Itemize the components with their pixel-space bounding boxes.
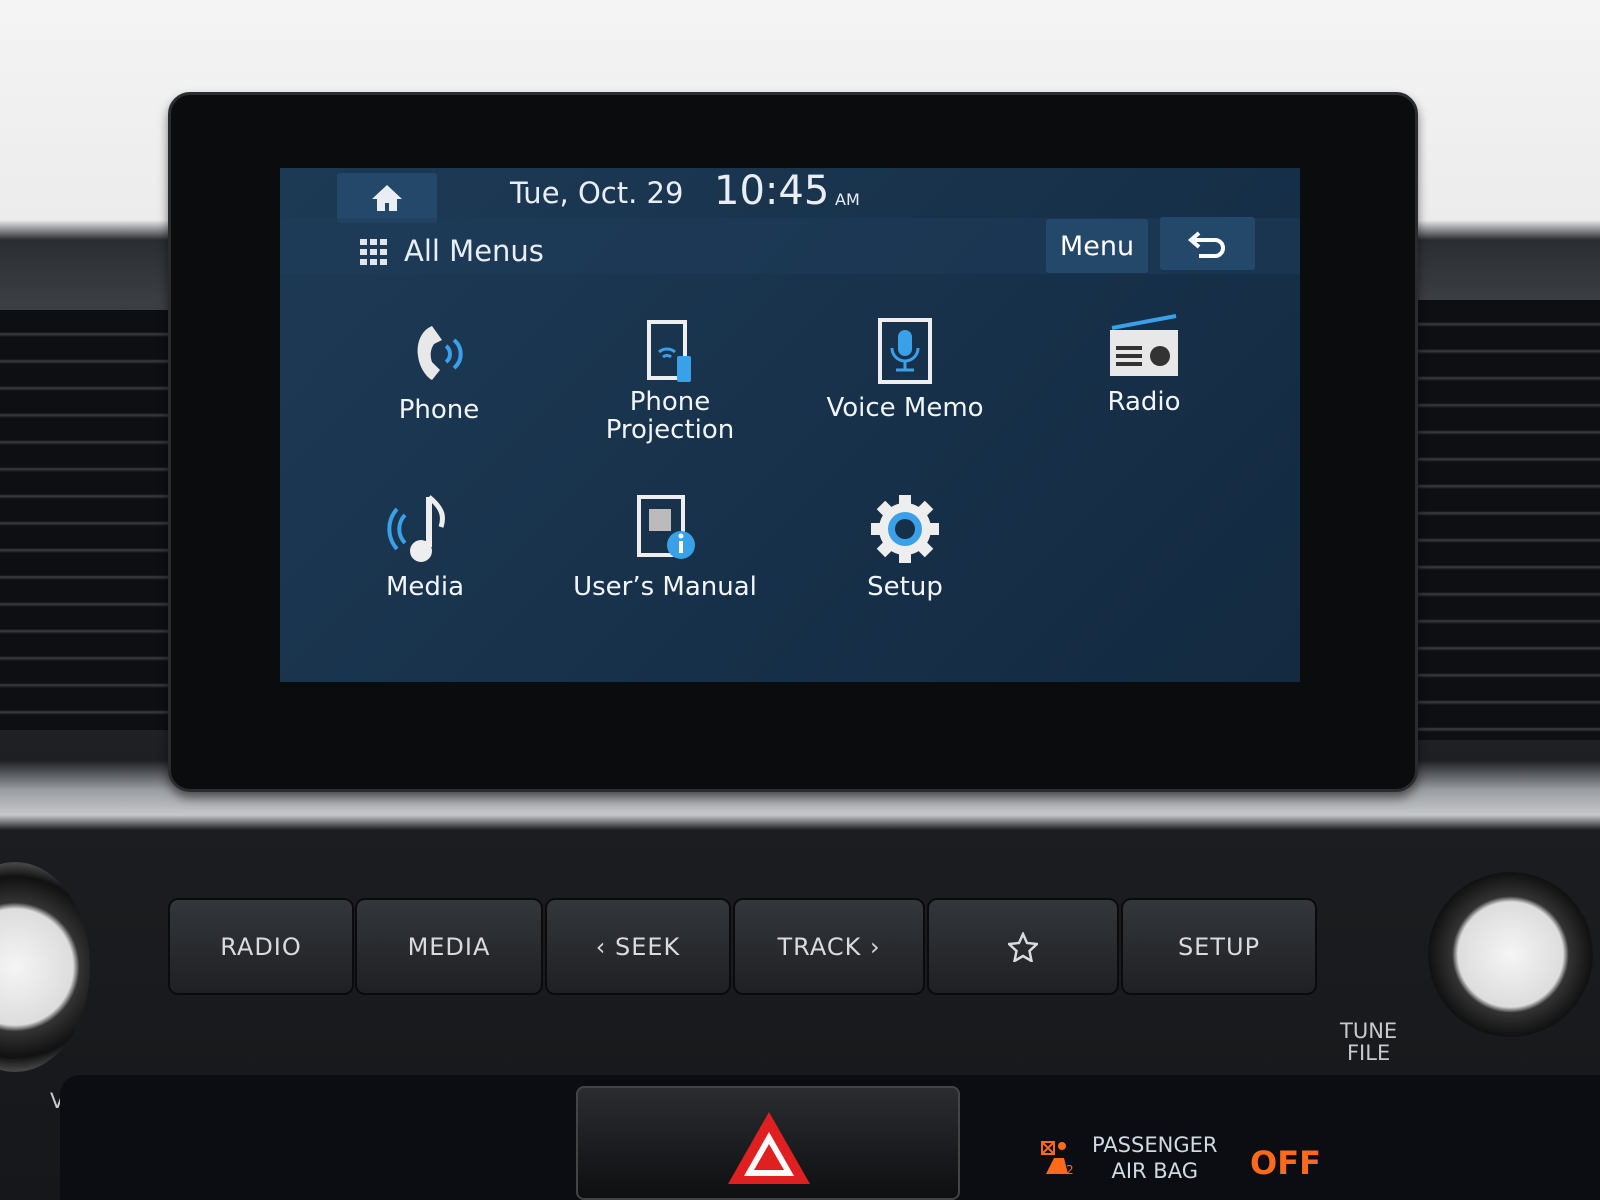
radio-icon — [1110, 314, 1178, 376]
svg-text:2: 2 — [1066, 1163, 1074, 1176]
track-button[interactable]: TRACK › — [733, 898, 925, 995]
file-label: FILE — [1346, 1041, 1391, 1065]
date-text: Tue, Oct. 29 — [510, 176, 684, 210]
radio-button[interactable]: RADIO — [168, 898, 354, 995]
setup-button-label: SETUP — [1177, 932, 1261, 961]
app-label: Voice Memo — [826, 393, 984, 423]
app-phone[interactable]: Phone — [324, 318, 554, 424]
phone-projection-icon — [647, 320, 691, 382]
tune-label: TUNE — [1340, 1019, 1398, 1043]
airbag-line2: AIR BAG — [1111, 1159, 1198, 1183]
menu-button[interactable]: Menu — [1046, 219, 1148, 273]
app-radio[interactable]: Radio — [1029, 314, 1259, 416]
app-setup[interactable]: Setup — [790, 493, 1020, 601]
volume-knob[interactable] — [0, 862, 90, 1072]
app-label: Media — [385, 572, 465, 602]
app-label: Setup — [867, 572, 943, 602]
manual-info-icon — [637, 495, 695, 559]
airbag-label: PASSENGER AIR BAG — [1092, 1132, 1217, 1184]
seek-button[interactable]: ‹ SEEK — [545, 898, 731, 995]
back-arrow-icon — [1187, 230, 1225, 258]
media-button-label: MEDIA — [407, 932, 491, 961]
app-label: User’s Manual — [573, 572, 757, 602]
app-label: Projection — [605, 415, 735, 445]
back-button[interactable] — [1160, 217, 1255, 270]
airbag-warning-icon: 2 — [1041, 1141, 1074, 1176]
right-air-vent — [1400, 300, 1600, 740]
microphone-icon — [878, 318, 932, 384]
app-phone-projection[interactable]: Phone Projection — [555, 318, 785, 444]
menu-button-label: Menu — [1059, 230, 1135, 262]
media-button[interactable]: MEDIA — [355, 898, 543, 995]
tune-file-knob[interactable] — [1428, 872, 1593, 1037]
clock-ampm: AM — [835, 190, 860, 209]
hazard-triangle-icon — [728, 1112, 810, 1184]
setup-button[interactable]: SETUP — [1121, 898, 1317, 995]
grid-icon — [360, 239, 387, 265]
app-users-manual[interactable]: User’s Manual — [550, 493, 780, 601]
app-label: Phone — [398, 395, 480, 425]
gear-icon — [871, 495, 939, 563]
seek-button-label: ‹ SEEK — [595, 932, 681, 961]
app-label-wrap: Phone Projection — [555, 388, 785, 444]
tune-file-label: TUNE FILE — [1340, 1020, 1397, 1064]
radio-button-label: RADIO — [220, 932, 302, 961]
app-media[interactable]: Media — [310, 493, 540, 601]
home-button[interactable] — [337, 173, 437, 223]
track-button-label: TRACK › — [777, 932, 881, 961]
airbag-status: OFF — [1250, 1144, 1321, 1182]
home-icon — [372, 185, 402, 211]
clock-time: 10:45 — [714, 168, 830, 214]
favorite-button[interactable] — [927, 898, 1119, 995]
hazard-button[interactable] — [576, 1086, 960, 1200]
infotainment-screen: Tue, Oct. 29 10:45 AM All Menus Menu Pho… — [280, 168, 1300, 682]
app-label: Radio — [1107, 387, 1181, 417]
music-note-icon — [387, 495, 445, 562]
airbag-line1: PASSENGER — [1092, 1133, 1218, 1157]
star-icon — [1008, 931, 1038, 962]
phone-icon — [417, 326, 463, 380]
left-air-vent — [0, 310, 190, 730]
app-voice-memo[interactable]: Voice Memo — [790, 316, 1020, 422]
app-label: Phone — [629, 387, 711, 417]
page-title: All Menus — [404, 234, 544, 268]
